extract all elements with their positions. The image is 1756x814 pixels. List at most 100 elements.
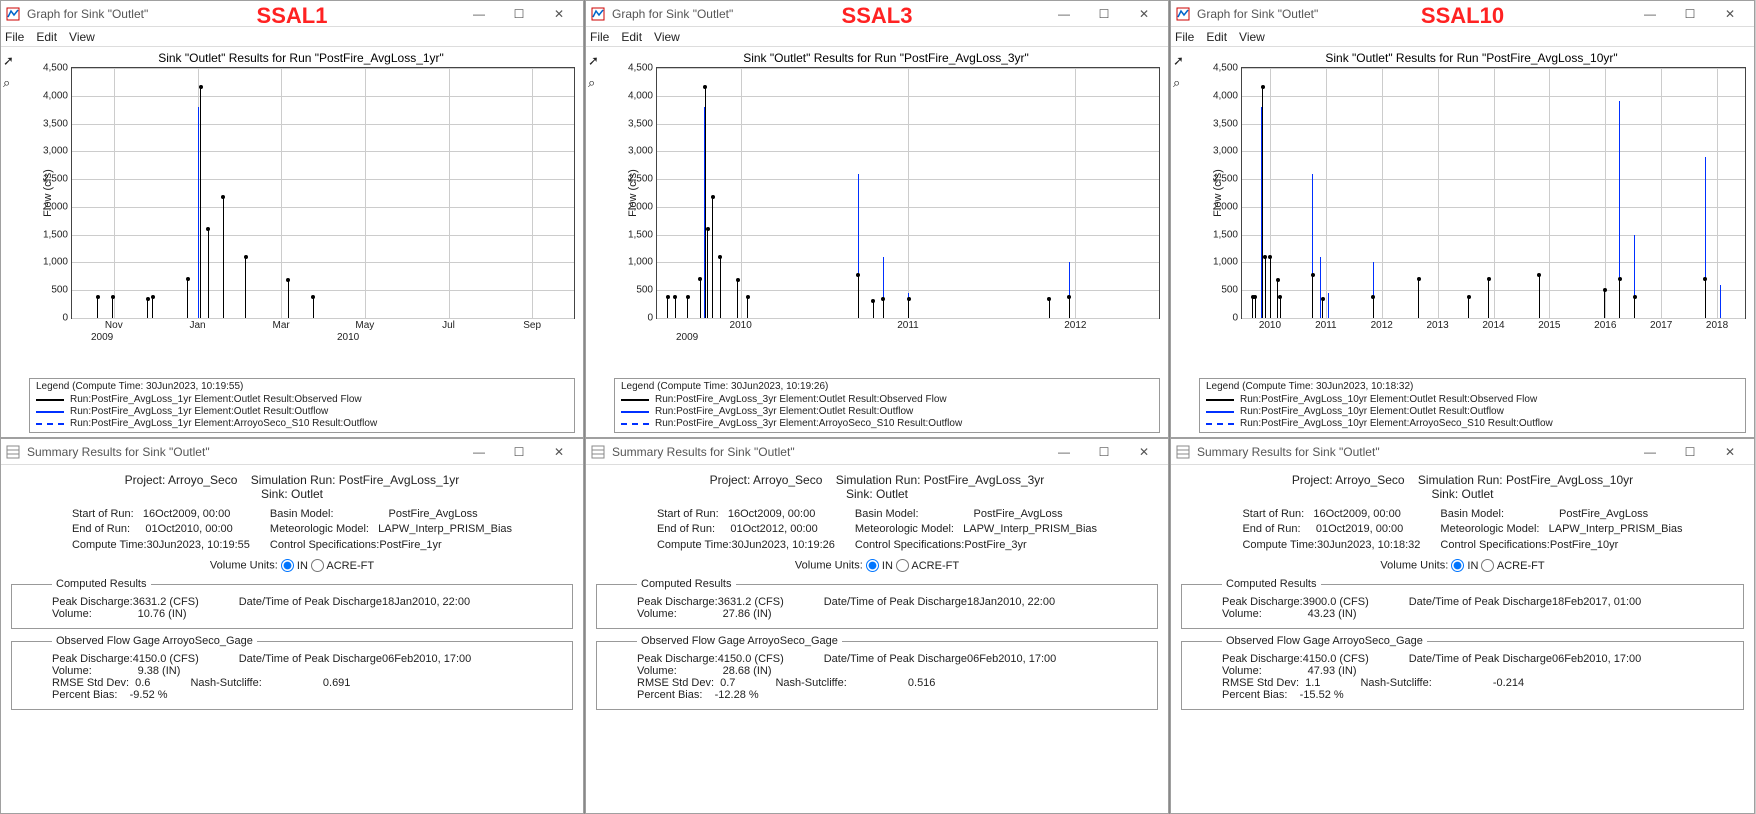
chart-title: Sink "Outlet" Results for Run "PostFire_… (1197, 51, 1746, 65)
summary-window: Summary Results for Sink "Outlet" — ☐ ✕ … (0, 438, 584, 814)
maximize-button[interactable]: ☐ (499, 440, 539, 464)
y-tick: 1,500 (43, 229, 72, 240)
maximize-button[interactable]: ☐ (1670, 2, 1710, 26)
x-tick: 2010 (730, 318, 752, 331)
legend-item: Run:PostFire_AvgLoss_10yr Element:Arroyo… (1206, 418, 1739, 429)
legend-label: Run:PostFire_AvgLoss_3yr Element:ArroyoS… (655, 418, 962, 429)
observed-spike (687, 297, 688, 318)
computed-results-box: Computed Results Peak Discharge:3631.2 (… (11, 578, 573, 629)
legend-label: Run:PostFire_AvgLoss_10yr Element:Outlet… (1240, 406, 1504, 417)
x-tick: 2011 (897, 318, 919, 331)
computed-legend: Computed Results (52, 578, 151, 590)
run-value: PostFire_AvgLoss_10yr (1506, 473, 1633, 487)
units-acreft-radio[interactable]: ACRE-FT (896, 560, 959, 572)
close-button[interactable]: ✕ (1124, 2, 1164, 26)
units-in-radio[interactable]: IN (1451, 560, 1478, 572)
titlebar[interactable]: Graph for Sink "Outlet" — ☐ ✕ (586, 1, 1168, 27)
observed-spike (1373, 297, 1374, 318)
minimize-button[interactable]: — (1044, 440, 1084, 464)
pointer-tool-icon[interactable]: ➚ (588, 53, 604, 69)
observed-spike (200, 87, 201, 318)
titlebar[interactable]: Summary Results for Sink "Outlet" — ☐ ✕ (586, 439, 1168, 465)
menu-view[interactable]: View (1239, 30, 1265, 44)
pointer-tool-icon[interactable]: ➚ (1173, 53, 1189, 69)
minimize-button[interactable]: — (1044, 2, 1084, 26)
chart-area: ➚⌕Sink "Outlet" Results for Run "PostFir… (1, 47, 583, 374)
menu-file[interactable]: File (590, 30, 609, 44)
close-button[interactable]: ✕ (539, 2, 579, 26)
observed-spike (1539, 275, 1540, 318)
menu-edit[interactable]: Edit (36, 30, 57, 44)
run-value: PostFire_AvgLoss_1yr (339, 473, 460, 487)
units-in-radio[interactable]: IN (281, 560, 308, 572)
y-tick: 4,000 (628, 90, 657, 101)
y-tick: 3,000 (43, 146, 72, 157)
y-tick: 4,000 (1213, 90, 1242, 101)
legend: Legend (Compute Time: 30Jun2023, 10:19:2… (614, 378, 1160, 433)
observed-spike (712, 197, 713, 318)
titlebar[interactable]: Graph for Sink "Outlet" — ☐ ✕ (1, 1, 583, 27)
observed-spike (720, 257, 721, 318)
legend-item: Run:PostFire_AvgLoss_1yr Element:ArroyoS… (36, 418, 568, 429)
minimize-button[interactable]: — (459, 2, 499, 26)
maximize-button[interactable]: ☐ (1084, 440, 1124, 464)
y-tick: 0 (62, 313, 72, 324)
simulated-spike (1320, 257, 1321, 318)
y-tick: 3,000 (1213, 146, 1242, 157)
simulated-spike (1720, 285, 1721, 318)
summary-window: Summary Results for Sink "Outlet" — ☐ ✕ … (585, 438, 1169, 814)
units-in-radio[interactable]: IN (866, 560, 893, 572)
close-button[interactable]: ✕ (539, 440, 579, 464)
zoom-tool-icon[interactable]: ⌕ (3, 75, 19, 91)
close-button[interactable]: ✕ (1710, 2, 1750, 26)
legend-item: Run:PostFire_AvgLoss_10yr Element:Outlet… (1206, 394, 1739, 405)
units-acreft-radio[interactable]: ACRE-FT (311, 560, 374, 572)
window-title: Summary Results for Sink "Outlet" (1197, 445, 1630, 459)
close-button[interactable]: ✕ (1710, 440, 1750, 464)
x-tick: 2015 (1538, 318, 1560, 331)
plot[interactable]: 05001,0001,5002,0002,5003,0003,5004,0004… (71, 67, 575, 319)
model-info: Basin Model: PostFire_AvgLoss Meteorolog… (270, 507, 512, 553)
observed-spike (245, 257, 246, 318)
y-axis-label: Flow (cfs) (627, 169, 639, 217)
summary-window: Summary Results for Sink "Outlet" — ☐ ✕ … (1170, 438, 1755, 814)
minimize-button[interactable]: — (459, 440, 499, 464)
titlebar[interactable]: Graph for Sink "Outlet" — ☐ ✕ (1171, 1, 1754, 27)
maximize-button[interactable]: ☐ (1084, 2, 1124, 26)
menu-view[interactable]: View (69, 30, 95, 44)
run-value: PostFire_AvgLoss_3yr (924, 473, 1045, 487)
y-tick: 500 (636, 285, 657, 296)
x-tick: 2018 (1706, 318, 1728, 331)
app-icon (5, 6, 21, 22)
menu-file[interactable]: File (5, 30, 24, 44)
minimize-button[interactable]: — (1630, 440, 1670, 464)
legend-swatch-icon (1206, 399, 1234, 401)
maximize-button[interactable]: ☐ (1670, 440, 1710, 464)
titlebar[interactable]: Summary Results for Sink "Outlet" — ☐ ✕ (1171, 439, 1754, 465)
y-tick: 4,500 (43, 63, 72, 74)
menu-edit[interactable]: Edit (621, 30, 642, 44)
observed-spike (1262, 87, 1263, 318)
observed-spike (1270, 257, 1271, 318)
menu-edit[interactable]: Edit (1206, 30, 1227, 44)
pointer-tool-icon[interactable]: ➚ (3, 53, 19, 69)
menu-view[interactable]: View (654, 30, 680, 44)
plot[interactable]: 05001,0001,5002,0002,5003,0003,5004,0004… (1241, 67, 1746, 319)
observed-spike (1634, 297, 1635, 318)
time-info: Start of Run: 16Oct2009, 00:00 End of Ru… (72, 507, 250, 553)
units-acreft-radio[interactable]: ACRE-FT (1481, 560, 1544, 572)
zoom-tool-icon[interactable]: ⌕ (588, 75, 604, 91)
summary-body: Project: Arroyo_Seco Simulation Run: Pos… (1, 465, 583, 724)
window-title: Graph for Sink "Outlet" (27, 7, 459, 21)
plot[interactable]: 05001,0001,5002,0002,5003,0003,5004,0004… (656, 67, 1160, 319)
observed-spike (1312, 275, 1313, 318)
maximize-button[interactable]: ☐ (499, 2, 539, 26)
minimize-button[interactable]: — (1630, 2, 1670, 26)
legend-item: Run:PostFire_AvgLoss_10yr Element:Outlet… (1206, 406, 1739, 417)
y-tick: 500 (51, 285, 72, 296)
menu-file[interactable]: File (1175, 30, 1194, 44)
x-year-label: 2010 (337, 318, 359, 343)
titlebar[interactable]: Summary Results for Sink "Outlet" — ☐ ✕ (1, 439, 583, 465)
close-button[interactable]: ✕ (1124, 440, 1164, 464)
zoom-tool-icon[interactable]: ⌕ (1173, 75, 1189, 91)
